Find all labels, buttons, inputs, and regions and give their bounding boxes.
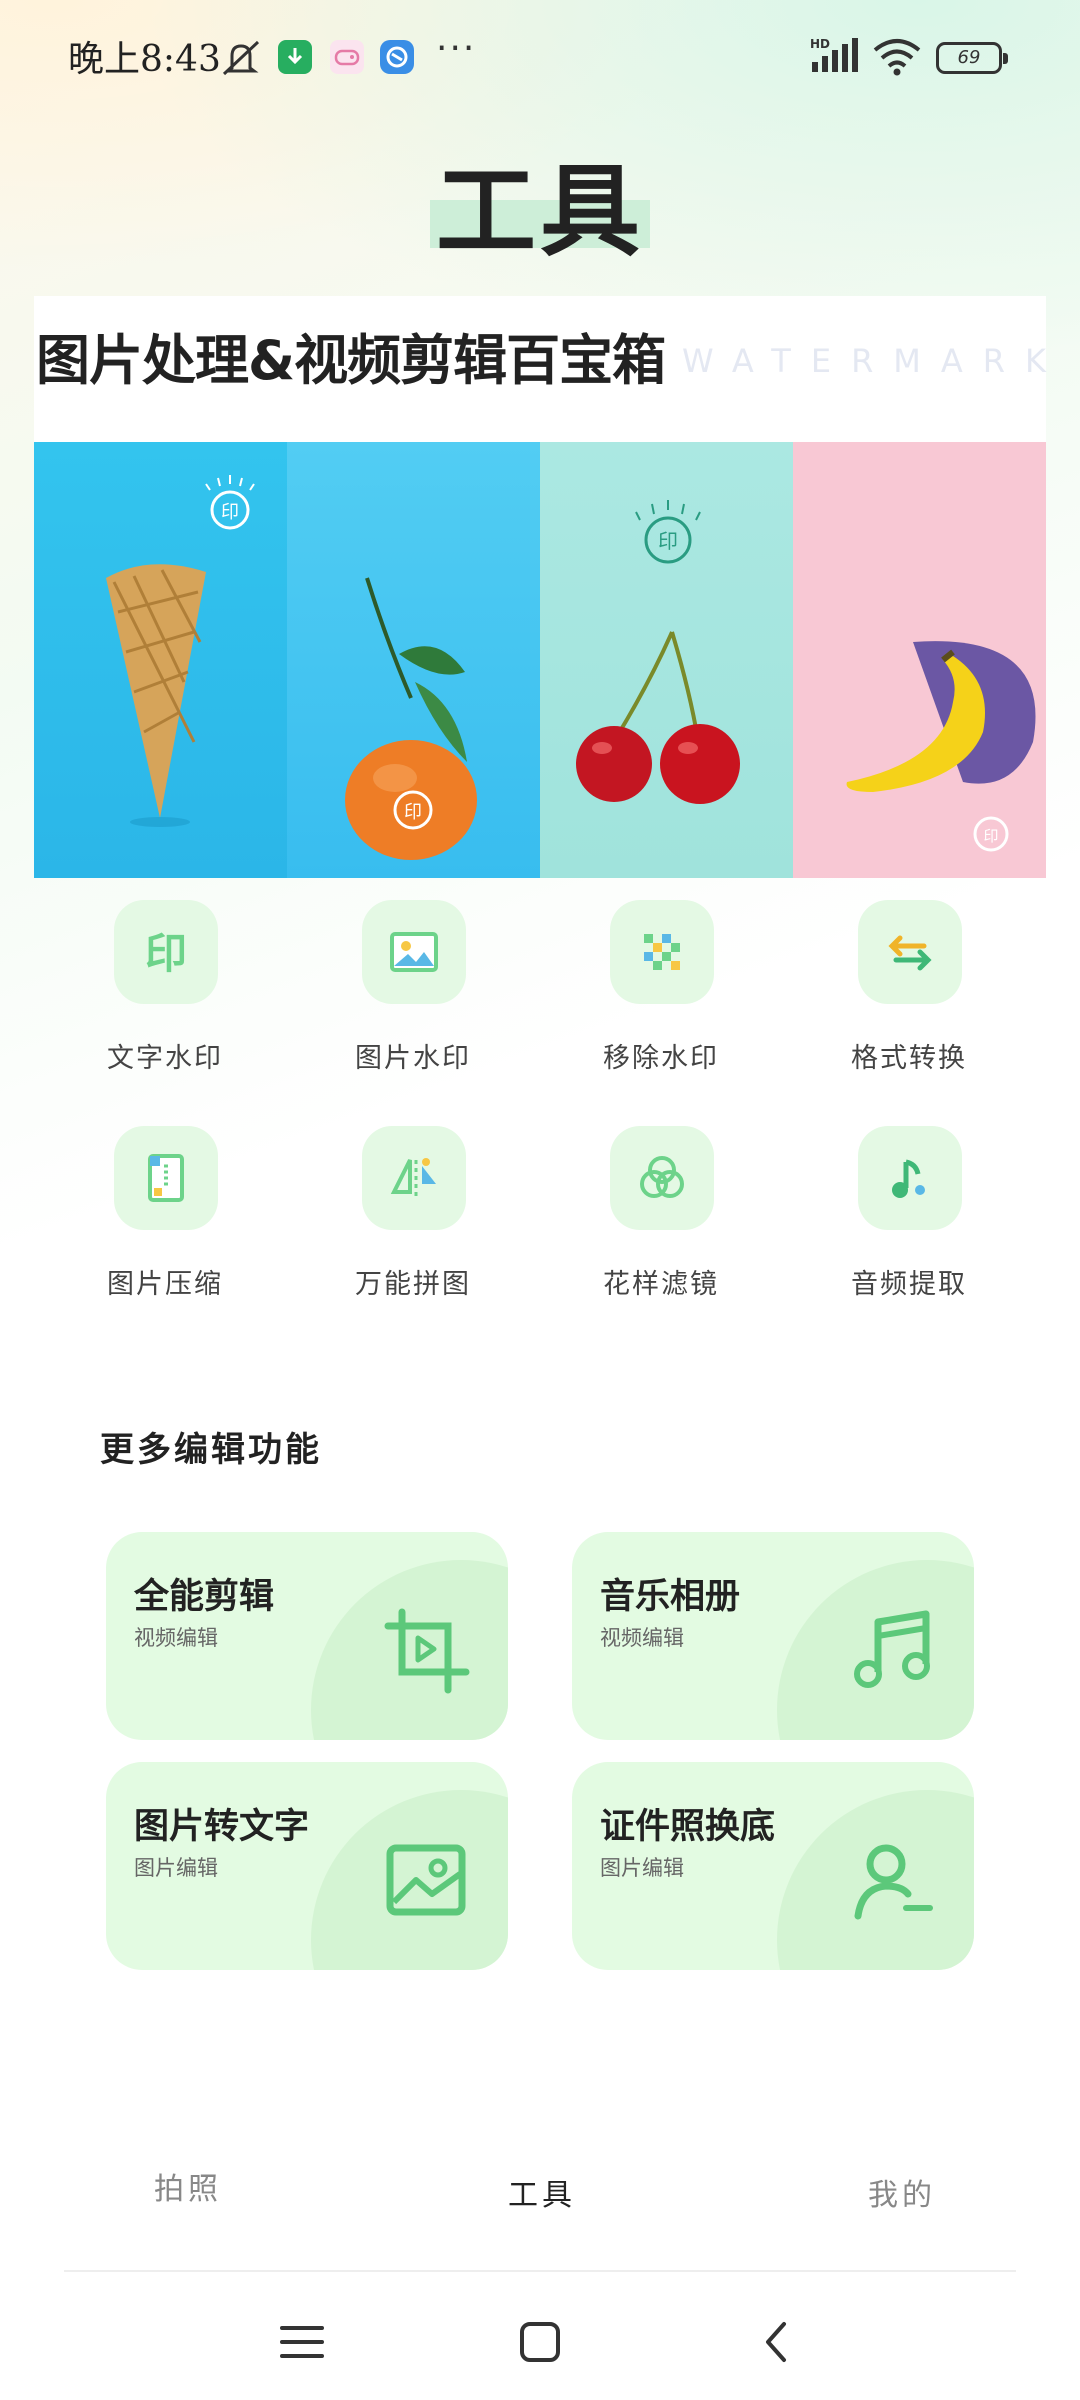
browser-app-icon [380,40,414,74]
card-title: 图片转文字 [134,1807,310,1847]
image-watermark-icon [362,900,466,1004]
stamp-logo: 印 [205,475,255,530]
status-time: 晚上8:43 [68,39,221,80]
tool-label: 图片水印 [355,1043,471,1074]
svg-text:印: 印 [221,502,239,523]
tool-filter[interactable]: 花样滤镜 [556,1122,766,1322]
card-title: 音乐相册 [600,1577,741,1617]
cherry-panel: 印 [540,442,793,878]
tool-audio-extract[interactable]: 音频提取 [804,1122,1014,1322]
battery-level: 69 [957,47,981,68]
tool-label: 万能拼图 [355,1269,471,1300]
svg-text:印: 印 [983,827,998,845]
card-id-photo-background[interactable]: 证件照换底 图片编辑 [572,1762,974,1970]
banana-image: 印 [846,641,1036,852]
banana-panel: 印 [793,442,1046,878]
card-subtitle: 视频编辑 [600,1626,684,1650]
tool-collage[interactable]: 万能拼图 [308,1122,518,1322]
tool-label: 音频提取 [851,1269,967,1300]
mute-icon [222,40,260,76]
wifi-icon [873,39,921,76]
tool-image-watermark[interactable]: 图片水印 [308,896,518,1096]
menu-icon[interactable] [272,2312,332,2372]
compress-icon [114,1126,218,1230]
tool-label: 花样滤镜 [603,1269,719,1300]
nav-tab-mine[interactable]: 我的 [868,2170,936,2214]
bottom-nav: 拍照 工具 我的 [0,2150,1080,2240]
orange-panel: 印 [287,442,540,878]
card-subtitle: 图片编辑 [134,1856,218,1880]
more-section-title: 更多编辑功能 [100,1430,322,1470]
svg-text:印: 印 [404,802,422,823]
tool-label: 图片压缩 [107,1269,223,1300]
tool-format-convert[interactable]: 格式转换 [804,896,1014,1096]
home-icon[interactable] [510,2312,570,2372]
cherry-image: 印 [576,500,740,804]
tool-remove-watermark[interactable]: 移除水印 [556,896,766,1096]
tool-text-watermark[interactable]: 印 文字水印 [60,896,270,1096]
nav-divider [64,2270,1016,2272]
card-title: 证件照换底 [600,1807,776,1847]
download-app-icon [278,40,312,74]
status-bar: 晚上8:43 ··· HD 69 [0,0,1080,118]
page-title: 工具 [436,153,644,270]
card-full-edit[interactable]: 全能剪辑 视频编辑 [106,1532,508,1740]
tool-label: 文字水印 [107,1043,223,1074]
nav-tab-tools[interactable]: 工具 [508,2170,576,2214]
card-image-to-text[interactable]: 图片转文字 图片编辑 [106,1762,508,1970]
title-wrap: 工具 [0,130,1080,275]
svg-text:印: 印 [658,529,678,553]
signal-hd-label: HD [810,37,830,51]
banner-header: 图片处理&视频剪辑百宝箱 WATERMARK [34,296,1046,442]
format-convert-icon [858,900,962,1004]
card-title: 全能剪辑 [134,1577,275,1617]
tool-compress[interactable]: 图片压缩 [60,1122,270,1322]
picture-icon [386,1844,466,1916]
game-app-icon [330,40,364,74]
text-watermark-glyph: 印 [145,929,187,978]
card-subtitle: 视频编辑 [134,1626,218,1650]
banner-title: 图片处理&视频剪辑百宝箱 [36,329,666,392]
battery-icon: 69 [936,42,1008,74]
filter-icon [610,1126,714,1230]
more-notifications-icon: ··· [436,28,477,69]
card-subtitle: 图片编辑 [600,1856,684,1880]
ice-cream-image: 印 [106,475,255,827]
music-note-icon [854,1610,930,1688]
back-icon[interactable] [748,2312,808,2372]
crop-play-icon [384,1608,470,1694]
banner-images: 印 印 印 印 [34,442,1046,878]
text-watermark-icon: 印 [114,900,218,1004]
card-music-album[interactable]: 音乐相册 视频编辑 [572,1532,974,1740]
system-nav-bar [0,2290,1080,2400]
orange-image: 印 [345,577,477,860]
ice-cream-panel: 印 [34,442,287,878]
collage-icon [362,1126,466,1230]
promo-banner[interactable]: 图片处理&视频剪辑百宝箱 WATERMARK 印 印 印 印 [34,296,1046,878]
remove-watermark-icon [610,900,714,1004]
audio-extract-icon [858,1126,962,1230]
tool-label: 格式转换 [851,1043,967,1074]
nav-tab-photo[interactable]: 拍照 [154,2164,222,2208]
signal-icon: HD [810,37,858,72]
tool-label: 移除水印 [603,1043,719,1074]
person-icon [854,1844,933,1920]
banner-watermark: WATERMARK [682,342,1067,380]
